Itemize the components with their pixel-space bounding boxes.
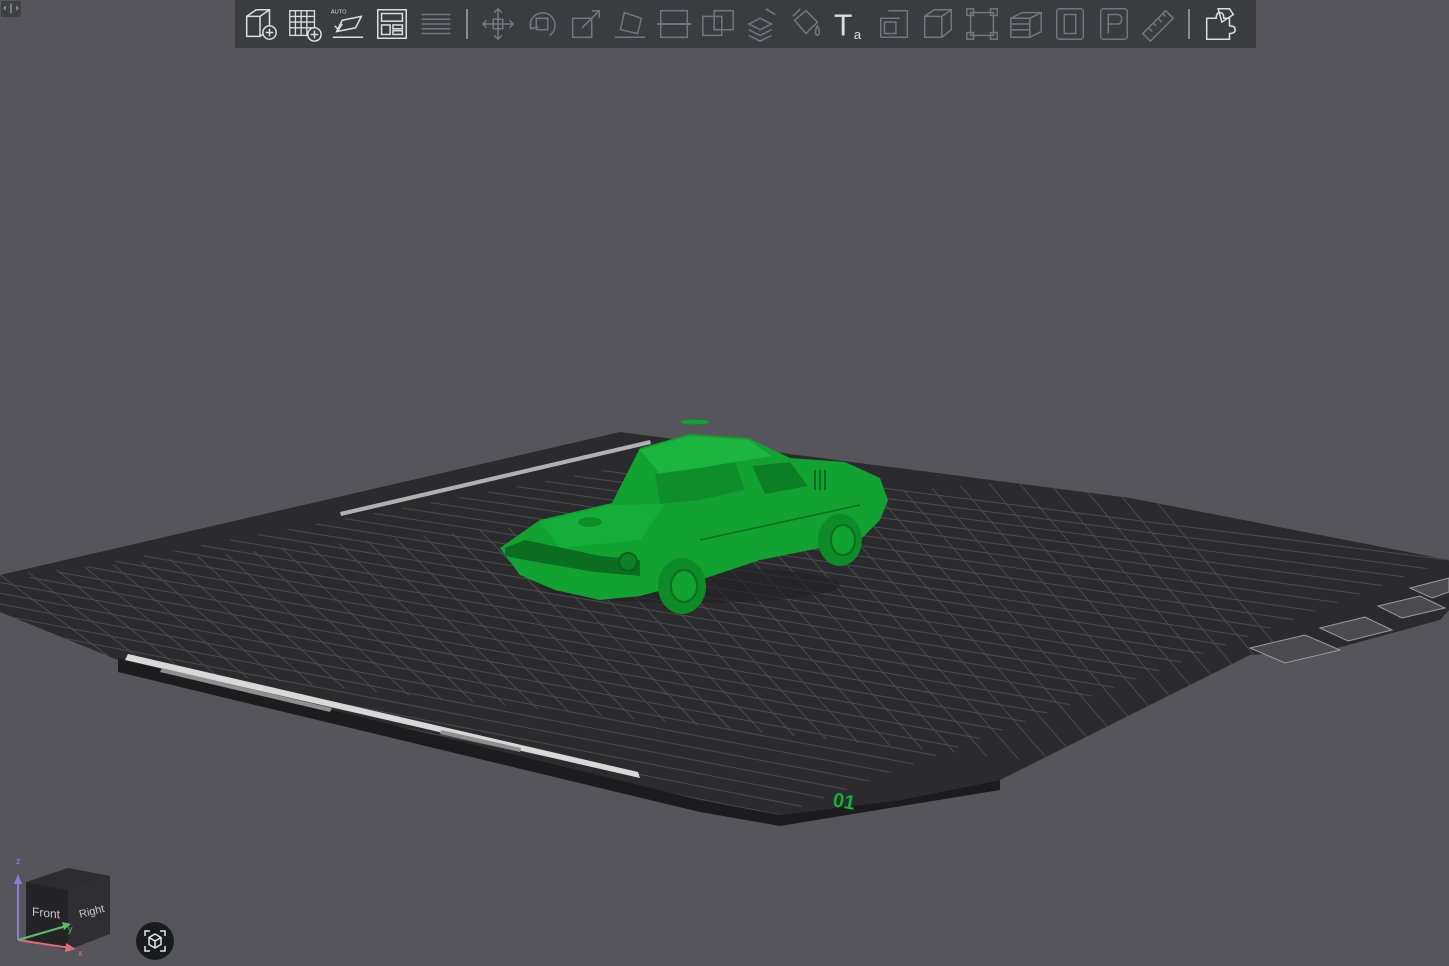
seam-button[interactable] bbox=[1092, 2, 1136, 46]
auto-badge: AUTO bbox=[331, 10, 347, 16]
lay-on-face-icon bbox=[614, 11, 646, 39]
variable-height-button[interactable] bbox=[1048, 2, 1092, 46]
stack-icon bbox=[1010, 11, 1042, 39]
bounding-button[interactable] bbox=[960, 2, 1004, 46]
panel-toggle-button[interactable]: ‹|› bbox=[1, 1, 21, 17]
3d-viewport[interactable]: 01 bbox=[0, 0, 1449, 966]
add-plate-button[interactable] bbox=[282, 2, 326, 46]
cut-button[interactable] bbox=[652, 2, 696, 46]
axis-z-label: z bbox=[16, 856, 21, 866]
view-cube-reset-icon bbox=[144, 930, 166, 952]
reset-view-button[interactable] bbox=[136, 922, 174, 960]
seam-icon bbox=[1099, 8, 1129, 40]
assembly-view-button[interactable] bbox=[1198, 2, 1242, 46]
lay-on-face-button[interactable] bbox=[608, 2, 652, 46]
support-paint-button[interactable] bbox=[740, 2, 784, 46]
add-cube-icon bbox=[245, 8, 277, 40]
auto-orient-button[interactable]: AUTO bbox=[326, 2, 370, 46]
arrange-layout-icon bbox=[376, 8, 408, 40]
color-paint-button[interactable] bbox=[784, 2, 828, 46]
text-icon: Ta bbox=[834, 8, 862, 42]
scene-canvas[interactable]: 01 bbox=[0, 0, 1449, 966]
move-button[interactable] bbox=[476, 2, 520, 46]
variable-height-icon bbox=[1055, 8, 1085, 40]
main-toolbar: AUTO Ta bbox=[235, 0, 1256, 48]
object-marker bbox=[681, 419, 709, 425]
ruler-icon bbox=[1141, 9, 1175, 43]
add-grid-plate-icon bbox=[289, 10, 322, 42]
auto-orient-icon: AUTO bbox=[331, 10, 364, 39]
text-icon-glyph: T bbox=[834, 8, 853, 42]
boolean-icon bbox=[702, 9, 734, 37]
toolbar-separator bbox=[466, 9, 468, 39]
cut-icon bbox=[656, 9, 692, 39]
puzzle-icon bbox=[1205, 8, 1236, 40]
plate-number-label: 01 bbox=[831, 789, 857, 815]
text-icon-subglyph: a bbox=[854, 27, 862, 42]
scale-icon bbox=[571, 9, 601, 39]
navigation-cube[interactable]: z y x Front Right bbox=[8, 850, 118, 960]
layers-button[interactable] bbox=[414, 2, 458, 46]
assembly-button[interactable] bbox=[916, 2, 960, 46]
bounding-box-icon bbox=[966, 8, 998, 40]
layers-icon bbox=[421, 13, 451, 35]
assembly-cube-icon bbox=[923, 8, 953, 39]
support-paint-icon bbox=[747, 8, 776, 42]
add-object-button[interactable] bbox=[238, 2, 282, 46]
rotate-button[interactable] bbox=[520, 2, 564, 46]
stack-button[interactable] bbox=[1004, 2, 1048, 46]
arrange-button[interactable] bbox=[370, 2, 414, 46]
axis-x-label: x bbox=[78, 948, 83, 958]
boolean-button[interactable] bbox=[696, 2, 740, 46]
cube-front-face-label[interactable]: Front bbox=[32, 905, 60, 922]
toolbar-separator bbox=[1188, 9, 1190, 39]
color-bucket-icon bbox=[792, 8, 821, 37]
scale-button[interactable] bbox=[564, 2, 608, 46]
corner-icon bbox=[879, 9, 909, 39]
measure-button[interactable] bbox=[1136, 2, 1180, 46]
measure-corner-button[interactable] bbox=[872, 2, 916, 46]
axis-y-label: y bbox=[68, 924, 73, 934]
rotate-icon bbox=[529, 12, 556, 37]
text-button[interactable]: Ta bbox=[828, 2, 872, 46]
move-arrows-icon bbox=[481, 7, 515, 41]
